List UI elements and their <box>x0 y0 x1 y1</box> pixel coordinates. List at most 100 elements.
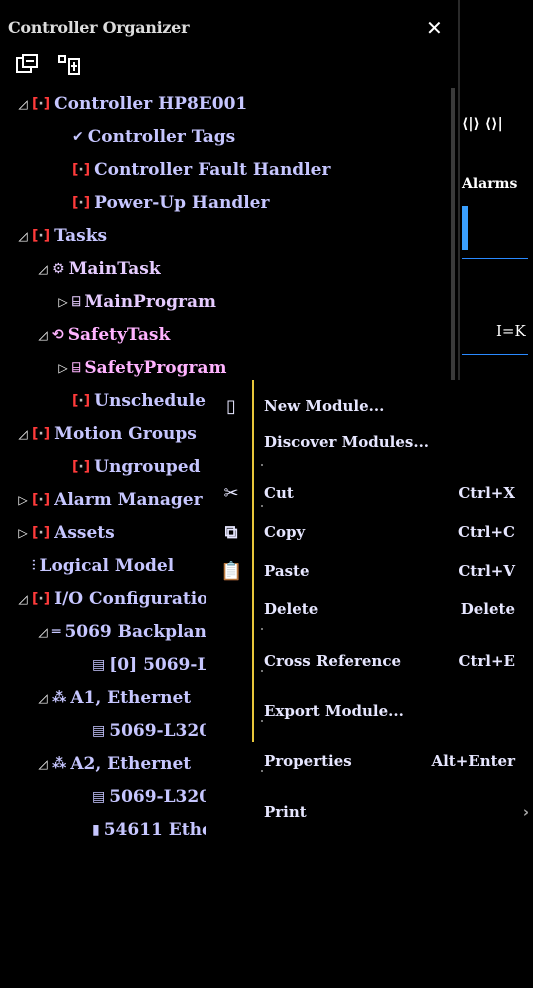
module-icon: ▤ <box>92 789 106 805</box>
tree-item[interactable]: ▷ [·] Assets <box>14 517 114 549</box>
folder-icon: [·] <box>32 96 51 112</box>
tree-item-label: Controller HP8E001 <box>54 94 248 114</box>
folder-icon: [·] <box>32 525 51 541</box>
menu-item-label: Print <box>264 803 307 821</box>
collapse-icon[interactable]: ◿ <box>34 616 52 648</box>
close-icon[interactable]: ✕ <box>426 16 443 40</box>
tree-item-label: Power-Up Handler <box>94 193 270 213</box>
folder-icon: [·] <box>32 591 51 607</box>
menu-separator <box>261 628 263 630</box>
menu-item-label: Cross Reference <box>264 652 401 670</box>
menu-item-shortcut: Ctrl+E <box>458 652 515 670</box>
expand-icon[interactable]: ▷ <box>54 352 72 384</box>
menu-item-discover-modules[interactable]: Discover Modules... <box>206 426 533 458</box>
menu-item-shortcut: Ctrl+X <box>458 484 515 502</box>
tree-item-label: SafetyTask <box>67 325 171 345</box>
menu-item-label: Cut <box>264 484 294 502</box>
collapse-icon[interactable]: ◿ <box>34 682 52 714</box>
collapse-icon[interactable]: ◿ <box>14 418 32 450</box>
menu-item-label: Properties <box>264 752 352 770</box>
paste-icon: 📋 <box>220 560 243 582</box>
tree-item-label: Alarm Manager <box>54 490 203 510</box>
menu-item-delete[interactable]: Delete Delete <box>206 593 533 625</box>
tree-item[interactable]: ✔ Controller Tags <box>54 121 235 153</box>
menu-item-label: Copy <box>264 523 306 541</box>
tree-item[interactable]: [·] Unscheduled <box>54 385 218 417</box>
folder-icon: [·] <box>32 228 51 244</box>
menu-item-cut[interactable]: ✂ Cut Ctrl+X <box>206 477 533 509</box>
tree-item[interactable]: ◿ [·] Tasks <box>14 220 107 252</box>
collapse-all-icon[interactable] <box>14 54 40 78</box>
menu-item-label: Discover Modules... <box>264 433 430 451</box>
collapse-icon[interactable]: ◿ <box>34 748 52 780</box>
tree-item[interactable]: ◿ [·] Controller HP8E001 <box>14 88 247 120</box>
tree-item-label: Motion Groups <box>54 424 197 444</box>
menu-separator <box>261 464 263 466</box>
folder-icon: [·] <box>72 162 91 178</box>
tree-item[interactable]: ▷ ⌸ MainProgram <box>54 286 216 318</box>
module-icon: ▤ <box>92 657 106 673</box>
logical-model-icon: ⫶ <box>32 558 36 574</box>
collapse-icon[interactable]: ◿ <box>14 88 32 120</box>
rung-line <box>462 354 528 355</box>
expand-all-icon[interactable] <box>56 54 82 78</box>
collapse-icon[interactable]: ◿ <box>14 220 32 252</box>
tree-item[interactable]: ◿ ⁂ A2, Ethernet <box>34 748 191 780</box>
alarms-indicator <box>462 206 468 250</box>
module-icon: ▤ <box>92 723 106 739</box>
expand-icon[interactable]: ▷ <box>14 484 32 516</box>
tree-item[interactable]: [·] Power-Up Handler <box>54 187 269 219</box>
tag-icon: ✔ <box>72 129 84 145</box>
tree-item[interactable]: ◿ ⁂ A1, Ethernet <box>34 682 191 714</box>
tree-item[interactable]: ◿ [·] Motion Groups <box>14 418 197 450</box>
tree-item[interactable]: ▷ [·] Alarm Manager <box>14 484 203 516</box>
tree-scrollbar[interactable] <box>451 88 455 388</box>
program-icon: ⌸ <box>72 294 81 310</box>
menu-item-properties[interactable]: Properties Alt+Enter <box>206 745 533 777</box>
safety-task-icon: ⟲ <box>52 327 64 343</box>
panel-title: Controller Organizer <box>8 18 190 37</box>
menu-item-copy[interactable]: ⧉ Copy Ctrl+C <box>206 516 533 548</box>
rung-line <box>462 258 528 259</box>
menu-item-export-module[interactable]: Export Module... <box>206 695 533 727</box>
tree-item[interactable]: ◿ [·] I/O Configuration <box>14 583 220 615</box>
tree-item[interactable]: ◿ ═ 5069 Backplane <box>34 616 218 648</box>
menu-item-shortcut: Ctrl+C <box>458 523 515 541</box>
tree-item[interactable]: ⫶ Logical Model <box>14 550 174 582</box>
task-icon: ⚙ <box>52 261 65 277</box>
collapse-icon[interactable]: ◿ <box>14 583 32 615</box>
menu-item-paste[interactable]: 📋 Paste Ctrl+V <box>206 555 533 587</box>
submenu-arrow-icon: › <box>522 803 529 821</box>
menu-item-cross-reference[interactable]: Cross Reference Ctrl+E <box>206 645 533 677</box>
tree-item-label: A2, Ethernet <box>70 754 192 774</box>
tree-item[interactable]: [·] Controller Fault Handler <box>54 154 330 186</box>
tree-item-label: Tasks <box>54 226 108 246</box>
menu-item-shortcut: Ctrl+V <box>458 562 515 580</box>
collapse-icon[interactable]: ◿ <box>34 253 52 285</box>
tree-item-label: Unscheduled <box>94 391 218 411</box>
tree-item-label: MainTask <box>68 259 161 279</box>
tree-item-label: Controller Fault Handler <box>94 160 331 180</box>
tree-item[interactable]: ▷ ⌸ SafetyProgram <box>54 352 226 384</box>
new-module-icon: ▯ <box>226 395 236 417</box>
menu-item-print[interactable]: Print › <box>206 796 533 828</box>
expand-icon[interactable]: ▷ <box>54 286 72 318</box>
menu-item-label: Paste <box>264 562 310 580</box>
tree-item-label: 5069 Backplane <box>64 622 218 642</box>
tree-item-label: MainProgram <box>84 292 216 312</box>
tree-item-label: Ungrouped <box>94 457 201 477</box>
context-menu: ▯ New Module... Discover Modules... ✂ Cut Ctr… <box>206 380 533 988</box>
backplane-icon: ═ <box>52 624 61 640</box>
menu-item-label: New Module... <box>264 397 385 415</box>
tree-item[interactable]: ◿ ⚙ MainTask <box>34 253 161 285</box>
collapse-icon[interactable]: ◿ <box>34 319 52 351</box>
tree-item[interactable]: [·] Ungrouped <box>54 451 200 483</box>
menu-item-new-module[interactable]: ▯ New Module... <box>206 390 533 422</box>
expand-icon[interactable]: ▷ <box>14 517 32 549</box>
menu-item-label: Export Module... <box>264 702 404 720</box>
tree-item[interactable]: ◿ ⟲ SafetyTask <box>34 319 170 351</box>
ethernet-icon: ⁂ <box>52 756 67 772</box>
rung-instruction: I=K <box>496 322 526 340</box>
organizer-toolbar <box>14 54 82 78</box>
folder-icon: [·] <box>32 426 51 442</box>
